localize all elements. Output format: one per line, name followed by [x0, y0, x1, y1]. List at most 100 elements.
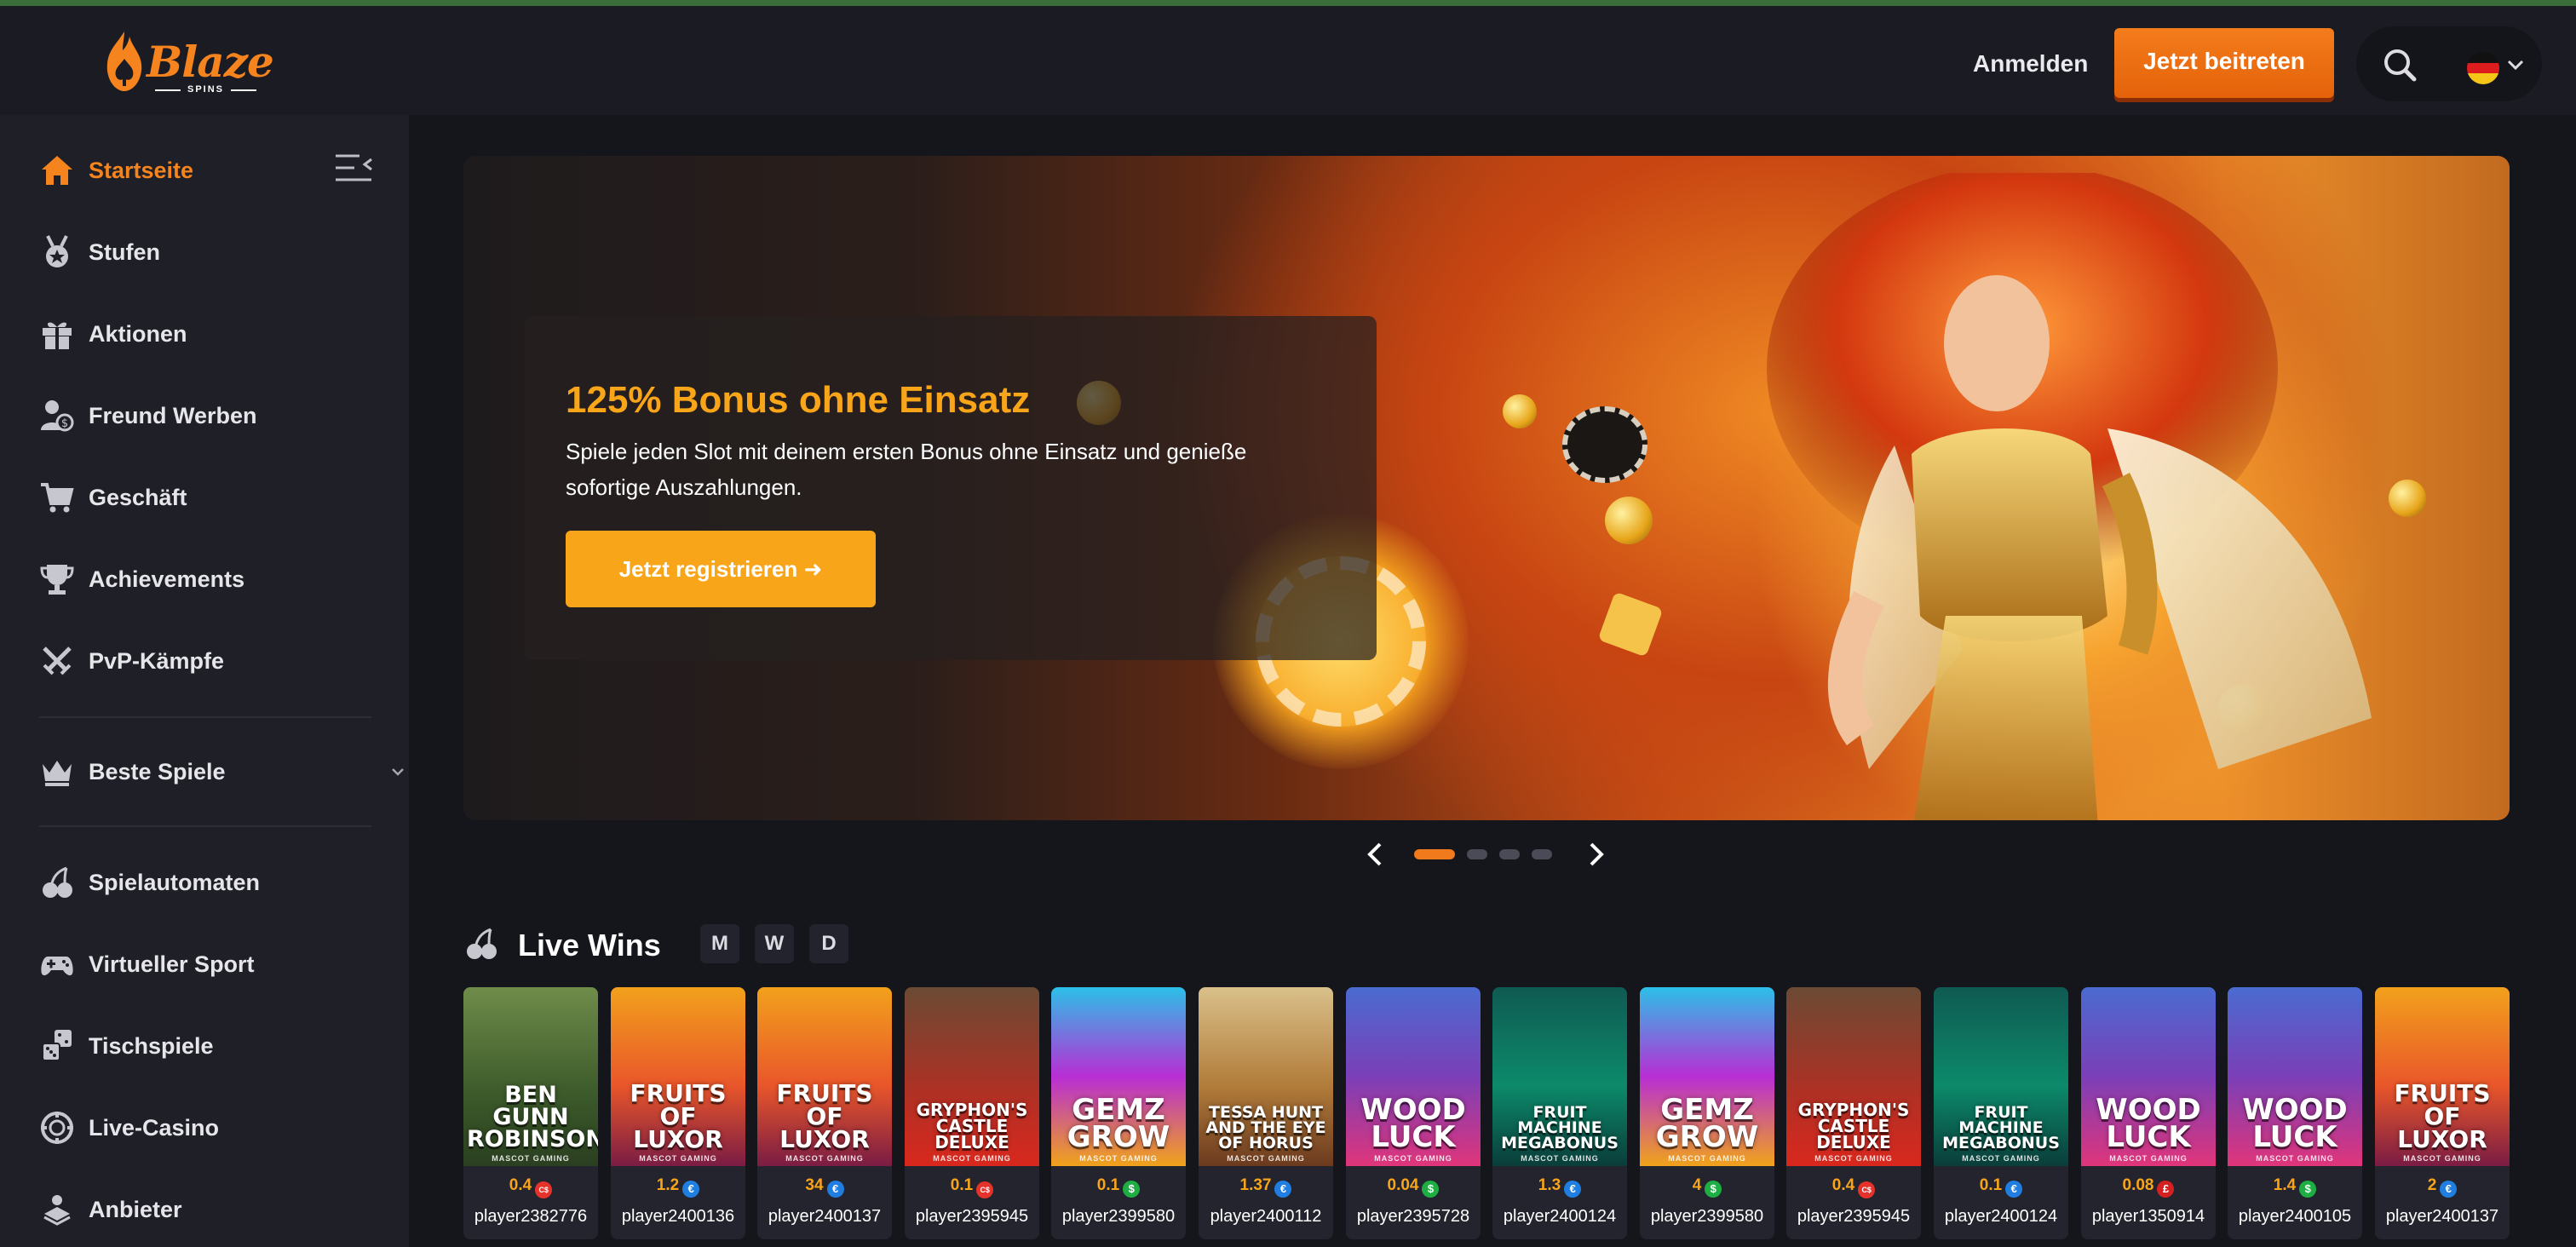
- game-thumbnail: WOOD LUCK MASCOT GAMING: [1346, 987, 1481, 1166]
- svg-text:$: $: [61, 417, 68, 430]
- hero-title: 125% Bonus ohne Einsatz: [566, 379, 1031, 421]
- hero-banner[interactable]: 125% Bonus ohne Einsatz Spiele jeden Slo…: [463, 156, 2510, 820]
- filter-month-button[interactable]: M: [700, 924, 739, 963]
- sidebar-item-label: Virtueller Sport: [89, 951, 255, 977]
- currency-icon: €: [2005, 1181, 2023, 1198]
- utility-pill: [2356, 26, 2542, 101]
- game-thumbnail: WOOD LUCK MASCOT GAMING: [2081, 987, 2216, 1166]
- carousel-dot[interactable]: [1532, 849, 1552, 859]
- player-name: player2400112: [1210, 1207, 1322, 1226]
- currency-icon: €: [826, 1181, 844, 1198]
- search-icon[interactable]: [2382, 47, 2418, 83]
- sidebar-item-label: Tischspiele: [89, 1032, 214, 1059]
- home-icon: [42, 156, 72, 185]
- sidebar-item-tischspiele[interactable]: Tischspiele: [39, 1025, 380, 1067]
- sidebar-item-label: Stufen: [89, 238, 160, 265]
- chevron-down-icon: [392, 768, 404, 776]
- game-title: WOOD LUCK: [1360, 1093, 1466, 1154]
- live-win-card[interactable]: WOOD LUCK MASCOT GAMING 0.08 £ player1350914: [2081, 987, 2216, 1239]
- win-amount: 0.04 $: [1346, 1176, 1481, 1198]
- game-studio: MASCOT GAMING: [2403, 1154, 2481, 1163]
- game-thumbnail: FRUIT MACHINE MEGABONUS MASCOT GAMING: [1934, 987, 2068, 1166]
- sidebar-divider: [39, 825, 371, 827]
- player-name: player2382776: [474, 1207, 588, 1226]
- cherries-icon: [467, 928, 497, 959]
- game-thumbnail: GEMZ GROW MASCOT GAMING: [1051, 987, 1186, 1166]
- sidebar-item-live-casino[interactable]: Live-Casino: [39, 1106, 380, 1149]
- sidebar-item-label: Spielautomaten: [89, 869, 261, 895]
- sidebar-item-startseite[interactable]: Startseite: [39, 149, 380, 192]
- game-title: GRYPHON'S CASTLE DELUXE: [916, 1100, 1028, 1152]
- carousel-dot[interactable]: [1467, 849, 1487, 859]
- game-title: FRUITS OF LUXOR: [2394, 1079, 2491, 1153]
- live-wins-list: BEN GUNN ROBINSON MASCOT GAMING 0.4 C$ playe…: [463, 987, 2510, 1243]
- sidebar-item-freund-werben[interactable]: $ Freund Werben: [39, 394, 380, 437]
- blaze-spins-logo[interactable]: Blaze SPINS: [95, 25, 274, 101]
- german-flag-icon[interactable]: [2467, 52, 2499, 84]
- sidebar-item-beste-spiele[interactable]: Beste Spiele: [39, 750, 404, 793]
- sidebar-item-anbieter[interactable]: Anbieter: [39, 1188, 380, 1231]
- sidebar-item-achievements[interactable]: Achievements: [39, 558, 380, 601]
- live-win-card[interactable]: FRUIT MACHINE MEGABONUS MASCOT GAMING 1.3 €…: [1492, 987, 1627, 1239]
- live-win-card[interactable]: GRYPHON'S CASTLE DELUXE MASCOT GAMING 0.1 C…: [905, 987, 1039, 1239]
- live-win-card[interactable]: GEMZ GROW MASCOT GAMING 4 $ player2399580: [1640, 987, 1774, 1239]
- game-title: TESSA HUNT AND THE EYE OF HORUS: [1205, 1103, 1326, 1152]
- crown-icon: [43, 761, 72, 786]
- live-win-card[interactable]: FRUITS OF LUXOR MASCOT GAMING 1.2 € player24…: [611, 987, 745, 1239]
- filter-week-button[interactable]: W: [755, 924, 794, 963]
- sidebar-item-pvp-kaempfe[interactable]: PvP-Kämpfe: [39, 640, 380, 682]
- live-win-card[interactable]: FRUITS OF LUXOR MASCOT GAMING 34 € player240…: [757, 987, 892, 1239]
- currency-icon: C$: [535, 1181, 553, 1198]
- win-amount: 0.08 £: [2081, 1176, 2216, 1198]
- game-studio: MASCOT GAMING: [1668, 1154, 1746, 1163]
- currency-icon: $: [1705, 1181, 1722, 1198]
- live-win-card[interactable]: GRYPHON'S CASTLE DELUXE MASCOT GAMING 0.4 C…: [1786, 987, 1921, 1239]
- game-title: FRUITS OF LUXOR: [630, 1079, 727, 1153]
- fire-goddess-illustration: [1767, 173, 2372, 820]
- sidebar: Startseite Stufen Aktionen $ Freund Werb…: [0, 115, 409, 1247]
- login-link[interactable]: Anmelden: [1973, 50, 2088, 78]
- live-wins-title: Live Wins: [518, 928, 661, 963]
- register-button[interactable]: Jetzt registrieren ➜: [566, 531, 876, 607]
- live-win-card[interactable]: FRUITS OF LUXOR MASCOT GAMING 2 € player2400…: [2375, 987, 2510, 1239]
- medal-icon: [46, 235, 68, 267]
- game-title: BEN GUNN ROBINSON: [467, 1082, 598, 1152]
- player-name: player2400124: [1503, 1207, 1617, 1226]
- game-studio: MASCOT GAMING: [933, 1154, 1011, 1163]
- dice-icon: [42, 1030, 72, 1061]
- currency-icon: C$: [1858, 1181, 1876, 1198]
- win-amount: 1.2 €: [611, 1176, 745, 1198]
- dice-decoration: [1597, 591, 1664, 658]
- currency-icon: £: [2157, 1181, 2175, 1198]
- win-amount-value: 1.2: [656, 1176, 680, 1194]
- chevron-right-icon[interactable]: [1584, 841, 1608, 868]
- win-amount-value: 1.3: [1538, 1176, 1561, 1194]
- join-button[interactable]: Jetzt beitreten: [2114, 28, 2334, 98]
- live-win-card[interactable]: FRUIT MACHINE MEGABONUS MASCOT GAMING 0.1 €…: [1934, 987, 2068, 1239]
- player-name: player2395728: [1356, 1207, 1470, 1226]
- sidebar-item-label: Startseite: [89, 157, 194, 183]
- win-amount-value: 4: [1692, 1176, 1702, 1194]
- carousel-dot[interactable]: [1414, 849, 1455, 859]
- game-studio: MASCOT GAMING: [639, 1154, 717, 1163]
- chevron-down-icon[interactable]: [2506, 55, 2525, 74]
- sidebar-item-spielautomaten[interactable]: Spielautomaten: [39, 861, 380, 904]
- live-win-card[interactable]: WOOD LUCK MASCOT GAMING 0.04 $ player2395728: [1346, 987, 1481, 1239]
- live-win-card[interactable]: WOOD LUCK MASCOT GAMING 1.4 $ player2400105: [2228, 987, 2362, 1239]
- win-amount-value: 1.37: [1239, 1176, 1272, 1194]
- live-win-card[interactable]: GEMZ GROW MASCOT GAMING 0.1 $ player2399580: [1051, 987, 1186, 1239]
- live-win-card[interactable]: BEN GUNN ROBINSON MASCOT GAMING 0.4 C$ playe…: [463, 987, 598, 1239]
- currency-icon: $: [1123, 1181, 1141, 1198]
- live-win-card[interactable]: TESSA HUNT AND THE EYE OF HORUS MASCOT GA…: [1199, 987, 1333, 1239]
- filter-day-button[interactable]: D: [809, 924, 848, 963]
- main-content: 125% Bonus ohne Einsatz Spiele jeden Slo…: [409, 115, 2576, 1247]
- sidebar-item-stufen[interactable]: Stufen: [39, 231, 380, 273]
- carousel-dot[interactable]: [1499, 849, 1520, 859]
- sidebar-item-label: Anbieter: [89, 1196, 182, 1222]
- sidebar-item-virtueller-sport[interactable]: Virtueller Sport: [39, 943, 380, 986]
- live-wins-header: Live Wins M W D: [463, 919, 975, 967]
- chevron-left-icon[interactable]: [1363, 841, 1387, 868]
- chip-icon: [41, 1112, 73, 1144]
- sidebar-item-geschaeft[interactable]: Geschäft: [39, 476, 380, 519]
- sidebar-item-aktionen[interactable]: Aktionen: [39, 313, 380, 355]
